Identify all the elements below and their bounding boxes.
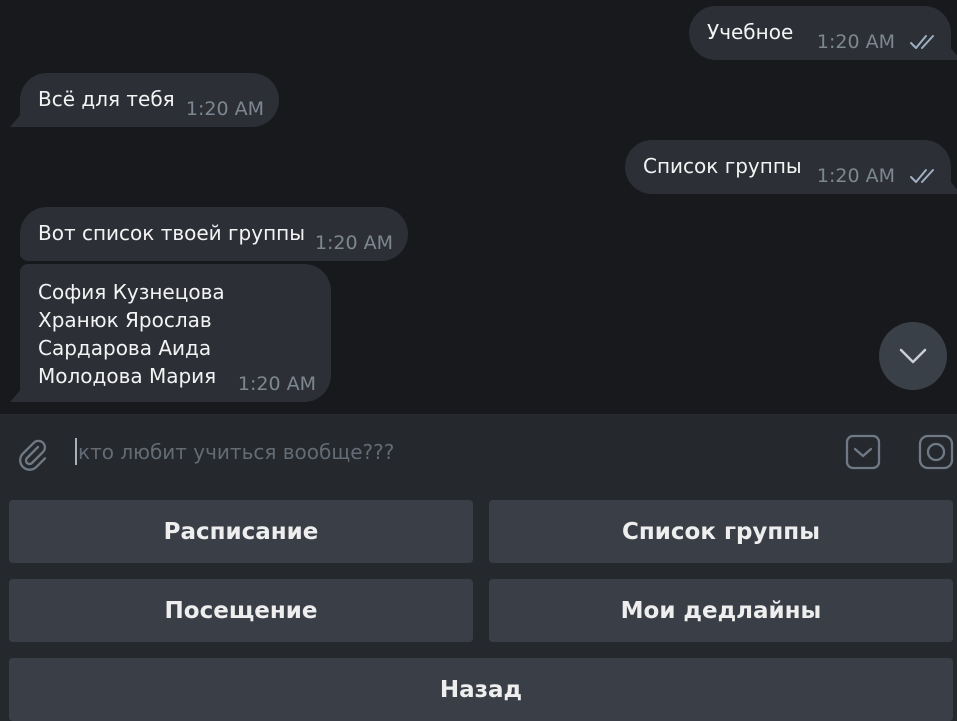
message-time: 1:20 AM [185, 98, 264, 120]
bubble-tail [10, 113, 22, 127]
message-list[interactable]: Учебное 1:20 AM Всё для тебя 1:20 AM Спи… [0, 0, 957, 414]
message-time: 1:20 AM [314, 232, 393, 254]
keyboard-button-attendance[interactable]: Посещение [9, 579, 473, 642]
keyboard-button-group-list[interactable]: Список группы [489, 500, 953, 563]
camera-icon[interactable] [917, 433, 955, 471]
bot-keyboard-icon[interactable] [844, 433, 882, 471]
keyboard-button-deadlines[interactable]: Мои дедлайны [489, 579, 953, 642]
scroll-down-button[interactable] [879, 322, 947, 390]
keyboard-button-schedule[interactable]: Расписание [9, 500, 473, 563]
message-text: София Кузнецова Хранюк Ярослав Сардарова… [38, 280, 225, 388]
message-text: Список группы [643, 154, 802, 178]
message-text: Всё для тебя [38, 87, 175, 111]
chevron-down-icon [899, 348, 927, 364]
bubble-tail [949, 180, 957, 194]
message-text: Учебное [707, 20, 794, 44]
incoming-message[interactable]: София Кузнецова Хранюк Ярослав Сардарова… [10, 264, 331, 402]
bubble-tail [949, 46, 957, 60]
message-time: 1:20 AM [816, 31, 895, 53]
message-input[interactable] [76, 432, 820, 472]
incoming-message[interactable]: Всё для тебя 1:20 AM [10, 73, 279, 127]
double-check-icon [910, 35, 934, 49]
message-text: Вот список твоей группы [38, 221, 306, 245]
paperclip-icon[interactable] [14, 436, 50, 472]
outgoing-message[interactable]: Список группы 1:20 AM [625, 140, 957, 194]
incoming-message[interactable]: Вот список твоей группы 1:20 AM [20, 207, 408, 261]
message-time: 1:20 AM [237, 373, 316, 395]
keyboard-button-back[interactable]: Назад [9, 658, 953, 721]
bubble-tail [10, 388, 22, 402]
double-check-icon [910, 169, 934, 183]
message-time: 1:20 AM [816, 165, 895, 187]
chat-window: Учебное 1:20 AM Всё для тебя 1:20 AM Спи… [0, 0, 957, 721]
outgoing-message[interactable]: Учебное 1:20 AM [689, 6, 957, 60]
